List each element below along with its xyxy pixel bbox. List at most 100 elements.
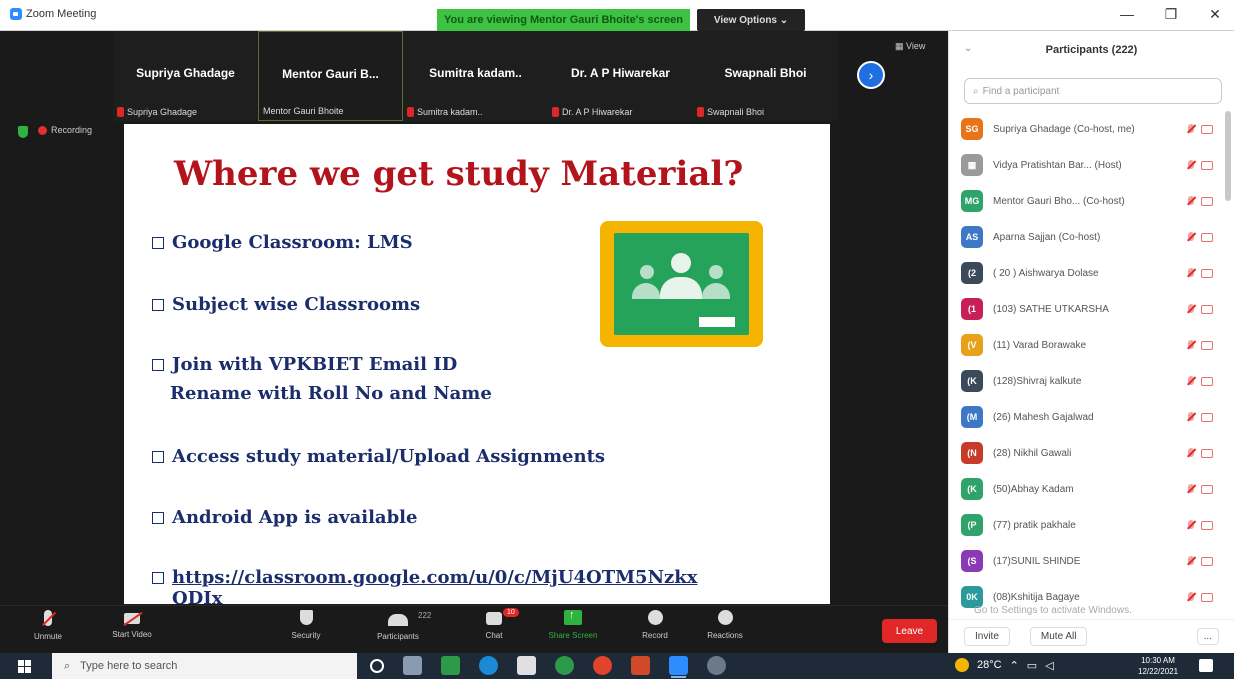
participants-count: 222 [418, 611, 432, 620]
edge-browser-icon[interactable] [479, 656, 498, 675]
volume-icon[interactable]: ◁ [1045, 659, 1053, 672]
more-options-button[interactable]: ... [1196, 628, 1219, 645]
tile-label-text: Mentor Gauri Bhoite [263, 106, 344, 116]
screen-share-banner: You are viewing Mentor Gauri Bhoite's sc… [437, 9, 690, 31]
mic-muted-icon [1187, 447, 1195, 459]
app-icon[interactable] [707, 656, 726, 675]
meeting-area: Supriya Ghadage Supriya Ghadage Mentor G… [0, 31, 948, 653]
network-icon[interactable]: ▭ [1027, 659, 1037, 672]
leave-button[interactable]: Leave [882, 619, 937, 643]
participant-row[interactable]: (P (77) pratik pakhale [961, 507, 1231, 543]
maximize-button[interactable]: ❐ [1162, 6, 1180, 23]
participant-row[interactable]: (2 ( 20 ) Aishwarya Dolase [961, 255, 1231, 291]
app-icon[interactable] [441, 656, 460, 675]
share-screen-button[interactable]: Share Screen [543, 609, 603, 640]
participant-avatar: (2 [961, 262, 983, 284]
powerpoint-icon[interactable] [631, 656, 650, 675]
windows-start-icon[interactable] [18, 660, 31, 673]
video-strip: Supriya Ghadage Supriya Ghadage Mentor G… [113, 31, 838, 121]
participant-row[interactable]: (N (28) Nikhil Gawali [961, 435, 1231, 471]
weather-sun-icon[interactable] [955, 658, 969, 672]
task-view-icon[interactable] [403, 656, 422, 675]
security-button[interactable]: Security [276, 610, 336, 640]
participant-row[interactable]: (V (11) Varad Borawake [961, 327, 1231, 363]
chrome-browser-icon[interactable] [593, 656, 612, 675]
participant-name: (28) Nikhil Gawali [993, 447, 1072, 459]
invite-button[interactable]: Invite [964, 627, 1010, 646]
checkbox-bullet-icon [152, 237, 164, 249]
participant-status-icons [1187, 267, 1213, 279]
app-title: Zoom Meeting [10, 8, 96, 20]
taskbar-clock[interactable]: 10:30 AM 12/22/2021 [1138, 655, 1178, 677]
participant-row[interactable]: ▦ Vidya Pratishtan Bar... (Host) [961, 147, 1231, 183]
participant-row[interactable]: AS Aparna Sajjan (Co-host) [961, 219, 1231, 255]
mic-muted-icon [1187, 231, 1195, 243]
mic-muted-icon [1187, 519, 1195, 531]
view-options-button[interactable]: View Options ⌄ [697, 9, 805, 31]
view-layout-button[interactable]: ▦ View [895, 41, 925, 52]
search-icon: ⌕ [64, 659, 71, 672]
checkbox-bullet-icon [152, 512, 164, 524]
clock-time: 10:30 AM [1141, 656, 1175, 665]
unmute-button[interactable]: Unmute [18, 610, 78, 641]
participant-row[interactable]: (1 (103) SATHE UTKARSHA [961, 291, 1231, 327]
bullet-text: Subject wise Classrooms [172, 294, 421, 315]
participant-list-scrollbar[interactable] [1225, 111, 1231, 201]
video-tile[interactable]: Sumitra kadam.. Sumitra kadam.. [403, 31, 548, 121]
slide-bullet: Android App is available [152, 507, 417, 528]
bullet-text-group: Join with VPKBIET Email ID Rename with Ro… [170, 354, 492, 404]
video-off-icon [1201, 196, 1213, 206]
video-off-icon [1201, 268, 1213, 278]
video-tile-active-speaker[interactable]: Mentor Gauri B... Mentor Gauri Bhoite [258, 31, 403, 121]
mic-muted-icon [697, 107, 704, 117]
mic-muted-icon [1187, 591, 1195, 603]
logo-body [660, 277, 702, 299]
video-off-icon [1201, 232, 1213, 242]
participant-avatar: (S [961, 550, 983, 572]
minimize-button[interactable]: — [1118, 6, 1136, 23]
participant-row[interactable]: (K (50)Abhay Kadam [961, 471, 1231, 507]
zoom-app-icon[interactable] [669, 656, 688, 678]
chat-label: Chat [485, 631, 503, 640]
mic-muted-icon [117, 107, 124, 117]
encryption-shield-icon[interactable] [18, 126, 28, 138]
bullet-text: Google Classroom: LMS [172, 232, 413, 253]
participant-search-input[interactable]: ⌕ Find a participant [964, 78, 1222, 104]
reactions-button[interactable]: Reactions [695, 610, 755, 640]
participant-row[interactable]: (K (128)Shivraj kalkute [961, 363, 1231, 399]
taskbar-search-input[interactable]: ⌕ Type here to search [52, 653, 357, 679]
participant-avatar: ▦ [961, 154, 983, 176]
notification-center-icon[interactable] [1199, 659, 1213, 672]
participant-row[interactable]: (M (26) Mahesh Gajalwad [961, 399, 1231, 435]
video-off-icon [1201, 484, 1213, 494]
clock-date: 12/22/2021 [1138, 667, 1179, 676]
mic-muted-icon [1187, 411, 1195, 423]
slide-bullet: Subject wise Classrooms [152, 294, 420, 315]
cortana-icon[interactable] [370, 659, 384, 673]
participant-row[interactable]: (S (17)SUNIL SHINDE [961, 543, 1231, 579]
next-page-arrow-icon[interactable]: › [857, 61, 885, 89]
close-button[interactable]: ✕ [1206, 6, 1224, 23]
record-button[interactable]: Record [625, 610, 685, 640]
tray-chevron-icon[interactable]: ⌃ [1010, 659, 1019, 672]
mic-muted-icon [1187, 303, 1195, 315]
participant-status-icons [1187, 411, 1213, 423]
search-placeholder: Find a participant [982, 85, 1060, 97]
participant-row[interactable]: SG Supriya Ghadage (Co-host, me) [961, 111, 1231, 147]
app-title-text: Zoom Meeting [26, 8, 97, 20]
weather-temp[interactable]: 28°C [977, 659, 1002, 671]
record-icon [647, 610, 663, 625]
slide-bullet: Access study material/Upload Assignments [152, 446, 605, 467]
video-tile[interactable]: Swapnali Bhoi Swapnali Bhoi [693, 31, 838, 121]
store-icon[interactable] [517, 656, 536, 675]
start-video-button[interactable]: Start Video [102, 610, 162, 639]
recording-indicator[interactable]: Recording [38, 125, 92, 135]
mic-muted-icon [1187, 375, 1195, 387]
video-tile[interactable]: Dr. A P Hiwarekar Dr. A P Hiwarekar [548, 31, 693, 121]
tile-label: Supriya Ghadage [117, 107, 197, 117]
logo-body [702, 283, 730, 299]
app-icon[interactable] [555, 656, 574, 675]
mute-all-button[interactable]: Mute All [1029, 627, 1088, 646]
participant-row[interactable]: MG Mentor Gauri Bho... (Co-host) [961, 183, 1231, 219]
video-tile[interactable]: Supriya Ghadage Supriya Ghadage [113, 31, 258, 121]
